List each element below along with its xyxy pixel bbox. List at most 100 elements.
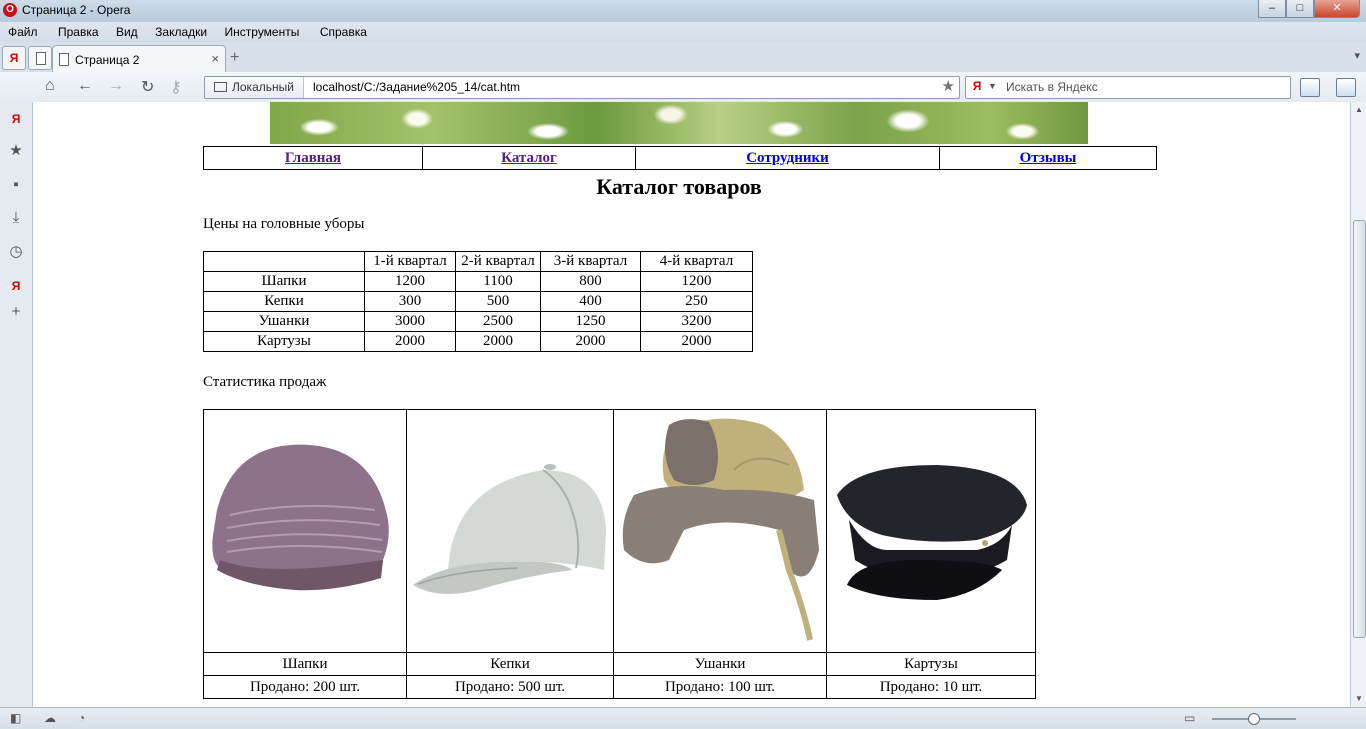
product-name-cell: Шапки xyxy=(203,652,407,676)
menu-help[interactable]: Справка xyxy=(320,22,367,39)
sold-count-cell: Продано: 100 шт. xyxy=(613,675,827,699)
table-header-cell xyxy=(203,251,365,272)
table-row: Шапки Кепки Ушанки Картузы xyxy=(203,652,1036,676)
key-icon[interactable]: ⚷ xyxy=(170,77,182,97)
table-cell: Картузы xyxy=(203,331,365,352)
table-cell: 2000 xyxy=(455,331,541,352)
search-field[interactable]: Я ▼ Искать в Яндекс xyxy=(965,76,1291,99)
sales-table: Шапки Кепки Ушанки Картузы Продано: 200 … xyxy=(203,409,1036,699)
table-cell: 400 xyxy=(540,291,641,312)
zoom-slider[interactable] xyxy=(1212,713,1296,725)
document-icon xyxy=(59,53,69,66)
table-header-cell: 1-й квартал xyxy=(364,251,456,272)
sold-count-cell: Продано: 500 шт. xyxy=(406,675,614,699)
table-cell: 3000 xyxy=(364,311,456,332)
nav-link-home[interactable]: Главная xyxy=(285,150,341,166)
nav-link-reviews[interactable]: Отзывы xyxy=(1020,150,1077,166)
table-row: Кепки 300 500 400 250 xyxy=(203,291,753,312)
table-cell: Шапки xyxy=(203,271,365,292)
close-tab-icon[interactable]: × xyxy=(211,51,219,66)
table-row: Ушанки 3000 2500 1250 3200 xyxy=(203,311,753,332)
table-cell: 1100 xyxy=(455,271,541,292)
cap-image xyxy=(406,409,614,653)
view-icon[interactable]: ▭ xyxy=(1184,711,1195,725)
table-cell: 2500 xyxy=(455,311,541,332)
forward-icon[interactable]: → xyxy=(108,77,124,95)
table-cell: 2000 xyxy=(364,331,456,352)
table-row: Картузы 2000 2000 2000 2000 xyxy=(203,331,753,352)
product-name-cell: Картузы xyxy=(826,652,1036,676)
scroll-up-icon[interactable]: ▲ xyxy=(1351,102,1366,118)
back-icon[interactable]: ← xyxy=(77,77,93,95)
menu-file[interactable]: Файл xyxy=(8,22,38,39)
table-header-cell: 2-й квартал xyxy=(455,251,541,272)
speed-dial-icon[interactable]: ◔ xyxy=(78,711,85,725)
sold-count-cell: Продано: 200 шт. xyxy=(203,675,407,699)
scroll-down-icon[interactable]: ▼ xyxy=(1351,691,1366,707)
stats-caption: Статистика продаж xyxy=(203,374,327,390)
table-cell: Кепки xyxy=(203,291,365,312)
tab-bar: Я Страница 2 × + ▾ xyxy=(0,42,1366,73)
table-cell: 250 xyxy=(640,291,753,312)
window-title: Страница 2 - Opera xyxy=(22,3,131,17)
tab-page-2[interactable]: Страница 2 × xyxy=(52,45,226,73)
panel-toggle-icon[interactable]: ◧ xyxy=(10,711,21,725)
sidebar: Я ★ ▪ ⤓ ◷ Я + xyxy=(0,102,33,707)
price-table: 1-й квартал 2-й квартал 3-й квартал 4-й … xyxy=(203,251,753,352)
maximize-button[interactable]: □ xyxy=(1286,0,1314,18)
menu-view[interactable]: Вид xyxy=(116,22,138,39)
table-header-cell: 4-й квартал xyxy=(640,251,753,272)
peaked-cap-image xyxy=(826,409,1036,653)
tab-menu-icon[interactable]: ▾ xyxy=(1354,49,1360,62)
chevron-down-icon[interactable]: ▼ xyxy=(988,81,997,91)
table-cell: 1250 xyxy=(540,311,641,332)
table-cell: 2000 xyxy=(640,331,753,352)
nav-link-staff[interactable]: Сотрудники xyxy=(746,150,829,166)
monitor-icon xyxy=(214,82,227,92)
home-icon[interactable]: ⌂ xyxy=(45,77,55,95)
table-cell: Ушанки xyxy=(203,311,365,332)
page-title: Каталог товаров xyxy=(596,174,762,199)
page-content: Главная Каталог Сотрудники Отзывы Катало… xyxy=(33,102,1350,707)
yandex-panel-icon[interactable]: Я xyxy=(7,277,25,295)
url-text[interactable]: localhost/C:/Задание%205_14/cat.htm xyxy=(313,80,520,94)
yandex-icon[interactable]: Я xyxy=(2,46,26,70)
history-clock-icon[interactable]: ◷ xyxy=(7,243,25,261)
page-icon[interactable] xyxy=(28,46,52,70)
cloud-icon[interactable]: ☁ xyxy=(44,711,56,725)
prices-caption: Цены на головные уборы xyxy=(203,216,365,232)
menu-bookmarks[interactable]: Закладки xyxy=(155,22,207,39)
table-cell: 1200 xyxy=(364,271,456,292)
status-bar: ◧ ☁ ◔ ▭ xyxy=(0,707,1366,729)
star-icon[interactable]: ★ xyxy=(7,142,25,160)
nav-link-catalog[interactable]: Каталог xyxy=(501,150,557,166)
url-field[interactable]: Локальный localhost/C:/Задание%205_14/ca… xyxy=(204,76,960,99)
beanie-image xyxy=(203,409,407,653)
table-row: Продано: 200 шт. Продано: 500 шт. Продан… xyxy=(203,675,1036,699)
vertical-scrollbar[interactable]: ▲ ▼ xyxy=(1350,102,1366,707)
menu-tools[interactable]: Инструменты xyxy=(225,22,300,39)
scroll-thumb[interactable] xyxy=(1353,220,1366,638)
product-name-cell: Кепки xyxy=(406,652,614,676)
menu-edit[interactable]: Правка xyxy=(58,22,99,39)
bookmark-star-icon[interactable]: ★ xyxy=(942,77,955,95)
local-badge[interactable]: Локальный xyxy=(205,77,304,98)
yandex-search-icon: Я xyxy=(972,79,982,93)
product-name-cell: Ушанки xyxy=(613,652,827,676)
earflap-hat-image xyxy=(613,409,827,653)
reload-icon[interactable]: ↻ xyxy=(141,77,154,97)
table-cell: 2000 xyxy=(540,331,641,352)
minimize-button[interactable]: – xyxy=(1258,0,1286,18)
menu-bar: Файл Правка Вид Закладки Инструменты Спр… xyxy=(0,22,1366,42)
zoom-handle[interactable] xyxy=(1248,713,1260,725)
yandex-sidebar-icon[interactable]: Я xyxy=(7,110,25,128)
mail-icon[interactable] xyxy=(1336,78,1356,97)
notes-icon[interactable]: ▪ xyxy=(7,176,25,194)
add-panel-icon[interactable]: + xyxy=(7,303,25,321)
new-tab-icon[interactable]: + xyxy=(230,49,239,67)
sold-count-cell: Продано: 10 шт. xyxy=(826,675,1036,699)
downloads-icon[interactable]: ⤓ xyxy=(7,209,25,227)
table-header-row: 1-й квартал 2-й квартал 3-й квартал 4-й … xyxy=(203,251,753,272)
download-icon[interactable] xyxy=(1300,78,1320,97)
close-button[interactable]: ✕ xyxy=(1314,0,1360,18)
